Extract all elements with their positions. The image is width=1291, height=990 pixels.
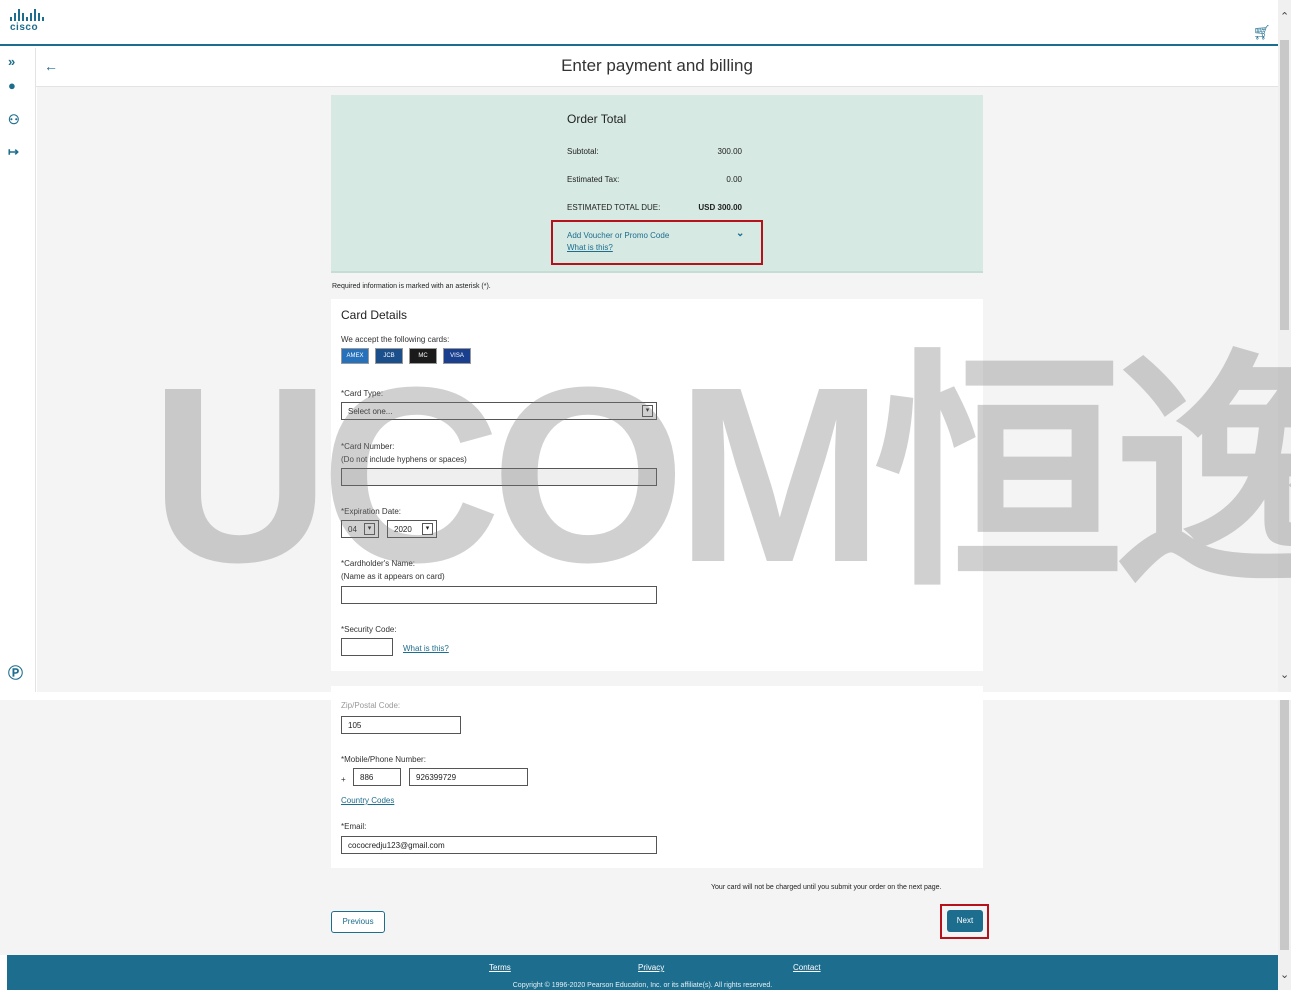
email-value: cococredju123@gmail.com <box>348 841 445 850</box>
phone-number-value: 926399729 <box>416 773 457 782</box>
logout-icon[interactable]: ↦ <box>8 144 19 160</box>
required-note: Required information is marked with an a… <box>332 283 491 290</box>
scroll-down-icon[interactable]: ⌄ <box>1280 668 1289 681</box>
scrollbar-lower[interactable] <box>1278 700 1291 990</box>
order-total-title: Order Total <box>567 112 627 126</box>
email-input[interactable]: cococredju123@gmail.com <box>341 836 657 854</box>
email-label: *Email: <box>341 822 367 831</box>
next-highlight-box <box>940 904 989 939</box>
previous-button[interactable]: Previous <box>331 911 385 933</box>
contact-link[interactable]: Contact <box>793 963 821 972</box>
scrollbar-thumb[interactable] <box>1280 40 1289 330</box>
page-title: Enter payment and billing <box>561 56 753 75</box>
cisco-logo[interactable]: cisco <box>10 9 50 37</box>
pearson-icon[interactable]: Ⓟ <box>8 662 23 683</box>
user-icon[interactable]: ● <box>8 78 16 93</box>
card-details-heading: Card Details <box>341 308 408 322</box>
logo-bars-icon <box>10 9 50 21</box>
sitemap-icon[interactable]: ⚇ <box>8 112 20 128</box>
zip-value: 105 <box>348 721 362 730</box>
copyright-text: Copyright © 1996-2020 Pearson Education,… <box>512 982 773 989</box>
phone-plus: + <box>341 775 346 784</box>
left-rail: » ● ⚇ ↦ Ⓟ <box>0 48 36 692</box>
charge-note: Your card will not be charged until you … <box>711 884 942 891</box>
phone-country-input[interactable]: 886 <box>353 768 401 786</box>
subtotal-row: Subtotal: 300.00 <box>567 147 742 156</box>
total-row: ESTIMATED TOTAL DUE: USD 300.00 <box>567 203 742 212</box>
total-value: USD 300.00 <box>698 203 742 212</box>
contact-panel: Zip/Postal Code: 105 *Mobile/Phone Numbe… <box>331 686 983 868</box>
phone-number-input[interactable]: 926399729 <box>409 768 528 786</box>
subtotal-label: Subtotal: <box>567 147 599 156</box>
zip-label: Zip/Postal Code: <box>341 701 401 710</box>
top-header: cisco 🛒︎ <box>0 0 1278 46</box>
terms-link[interactable]: Terms <box>489 963 511 972</box>
cart-icon[interactable]: 🛒︎ <box>1253 24 1271 41</box>
subtotal-value: 300.00 <box>717 147 742 156</box>
zip-input[interactable]: 105 <box>341 716 461 734</box>
voucher-highlight-box <box>551 220 763 265</box>
tax-row: Estimated Tax: 0.00 <box>567 175 742 184</box>
total-label: ESTIMATED TOTAL DUE: <box>567 203 661 212</box>
phone-label: *Mobile/Phone Number: <box>341 755 426 764</box>
security-code-input[interactable] <box>341 638 393 656</box>
tax-label: Estimated Tax: <box>567 175 620 184</box>
security-code-label: *Security Code: <box>341 625 397 634</box>
title-divider <box>36 86 1278 87</box>
tax-value: 0.00 <box>726 175 742 184</box>
security-help-link[interactable]: What is this? <box>403 644 449 653</box>
scroll-down-icon[interactable]: ⌄ <box>1280 968 1289 981</box>
country-codes-link[interactable]: Country Codes <box>341 796 394 805</box>
scrollbar-thumb[interactable] <box>1280 700 1289 950</box>
footer: Terms Privacy Contact Copyright © 1996-2… <box>7 955 1278 990</box>
phone-country-value: 886 <box>360 773 374 782</box>
watermark: UCOM恒逸 <box>150 335 1291 614</box>
privacy-link[interactable]: Privacy <box>638 963 664 972</box>
scroll-up-icon[interactable]: ⌃ <box>1280 10 1289 23</box>
logo-text: cisco <box>10 22 39 33</box>
